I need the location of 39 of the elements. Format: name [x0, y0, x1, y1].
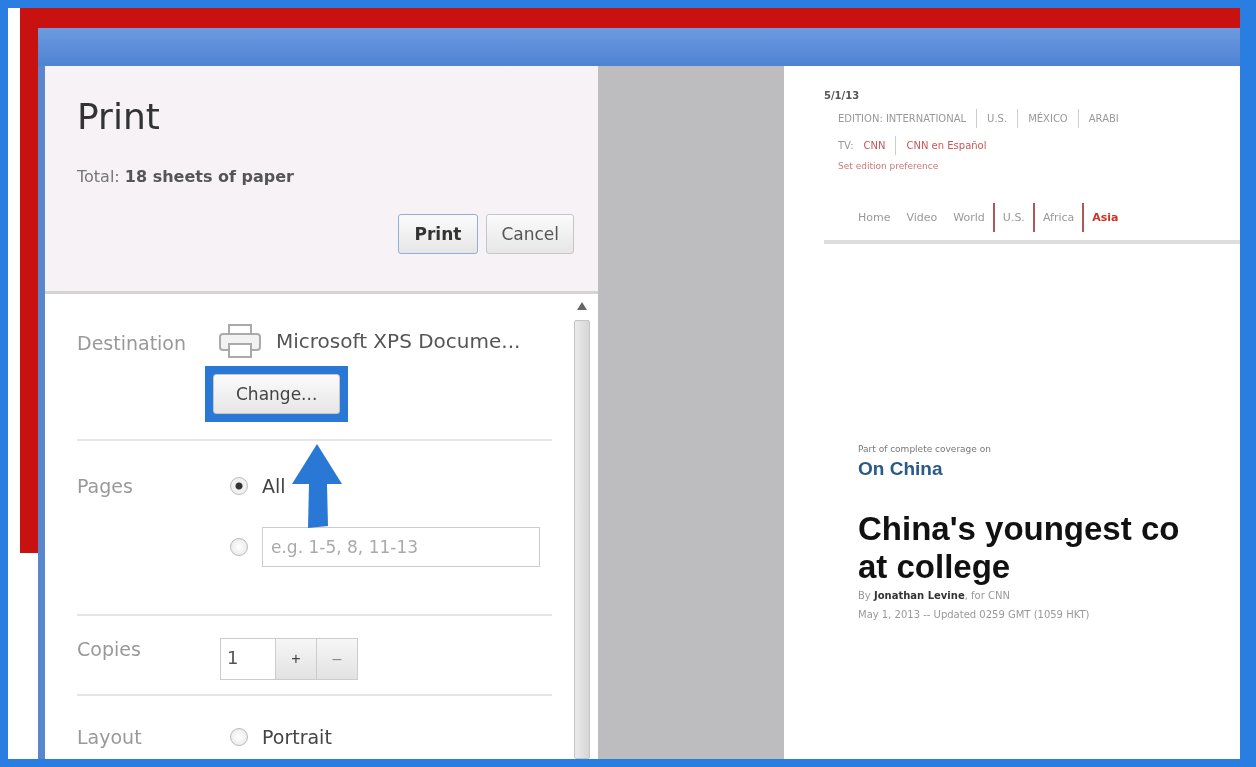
- edition-link[interactable]: EDITION: INTERNATIONAL: [838, 113, 977, 124]
- printer-icon: [218, 324, 262, 358]
- dialog-title: Print: [77, 96, 161, 137]
- nav-link[interactable]: Home: [850, 203, 899, 232]
- nav-link[interactable]: World: [945, 203, 993, 232]
- nav-link[interactable]: Asia: [1082, 203, 1127, 232]
- edition-link[interactable]: MÉXICO: [1017, 109, 1078, 128]
- portrait-label: Portrait: [262, 726, 332, 748]
- nav-link[interactable]: Africa: [1032, 203, 1083, 232]
- all-pages-label: All: [262, 475, 286, 497]
- print-button[interactable]: Print: [397, 214, 479, 254]
- radio-button[interactable]: [230, 728, 248, 746]
- pages-label: Pages: [77, 475, 134, 497]
- tv-link[interactable]: CNN en Español: [895, 136, 997, 155]
- copies-label: Copies: [77, 638, 142, 660]
- page-date: 5/1/13: [824, 90, 861, 101]
- radio-button[interactable]: [230, 477, 248, 495]
- edition-preference-link[interactable]: Set edition preference: [838, 161, 1240, 171]
- page-range-field[interactable]: e.g. 1-5, 8, 11-13: [262, 527, 540, 567]
- scroll-up-icon[interactable]: [577, 302, 587, 310]
- nav-link[interactable]: Video: [898, 203, 946, 232]
- section-link[interactable]: On China: [858, 458, 1240, 480]
- cancel-button[interactable]: Cancel: [486, 214, 574, 254]
- edition-link[interactable]: ARABI: [1077, 109, 1129, 128]
- nav-link[interactable]: U.S.: [992, 203, 1033, 232]
- layout-label: Layout: [77, 726, 143, 748]
- headline: China's youngest co: [858, 510, 1181, 548]
- byline: By Jonathan Levine, for CNN: [858, 590, 1011, 601]
- coverage-label: Part of complete coverage on: [858, 444, 992, 454]
- headline: at college: [858, 548, 1012, 586]
- tv-link[interactable]: CNN: [863, 140, 896, 151]
- total-sheets: Total: 18 sheets of paper: [77, 167, 295, 186]
- destination-value: Microsoft XPS Docume...: [276, 329, 521, 353]
- destination-label: Destination: [77, 332, 188, 354]
- radio-button[interactable]: [230, 538, 248, 556]
- edition-link[interactable]: U.S.: [976, 109, 1018, 128]
- dateline: May 1, 2013 -- Updated 0259 GMT (1059 HKT): [858, 609, 1091, 620]
- change-button[interactable]: Change...: [213, 374, 341, 414]
- tv-label: TV:: [838, 140, 855, 151]
